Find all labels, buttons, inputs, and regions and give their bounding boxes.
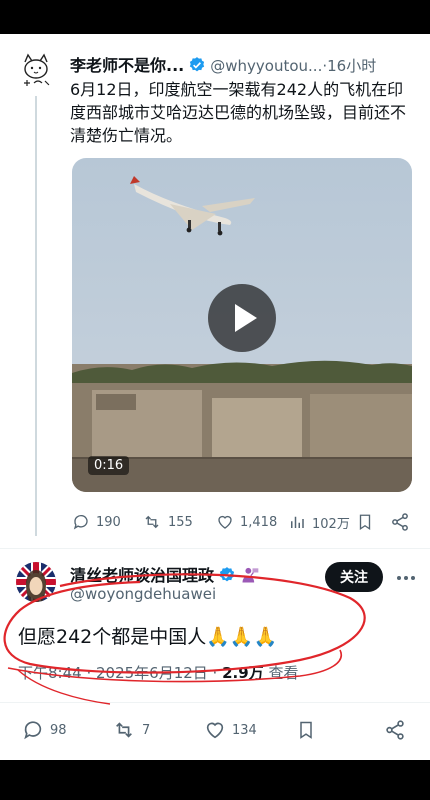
cat-avatar-icon [16,50,56,90]
reply-author-header: 清丝老师谈治国理政 [70,562,260,585]
bookmark-icon [359,514,371,531]
thread-line [35,96,37,536]
share-icon [392,513,408,531]
quoted-tweet-header: 李老师不是你... @whyyoutou...·16小时 [70,52,420,74]
screen: 李老师不是你... @whyyoutou...·16小时 6月12日，印度航空一架… [0,0,430,800]
retweet-icon [145,515,159,529]
person-teaching-icon [240,565,260,589]
share-action[interactable] [390,510,416,534]
like-action[interactable]: 1,418 [216,510,277,534]
bookmark-action[interactable] [296,718,322,742]
reply-author-name[interactable]: 清丝老师谈治国理政 [70,566,214,585]
retweet-action[interactable]: 7 [112,718,150,742]
play-button[interactable] [208,284,276,352]
retweet-count: 155 [168,514,193,530]
reply-count: 190 [96,514,121,530]
retweet-count: 7 [142,722,151,738]
reply-timestamp[interactable]: 下午8:44 · 2025年6月12日 · [18,664,222,682]
quoted-handle[interactable]: @whyyoutou... [210,57,322,74]
divider [0,702,430,703]
more-dots-icon [397,576,415,580]
quoted-action-bar: 190 155 1,418 102万 [70,510,420,534]
heart-icon [206,722,224,739]
divider [0,548,430,549]
reply-tweet-text: 但愿242个都是中国人🙏🙏🙏 [18,626,278,648]
reply-icon [24,721,42,740]
reply-action[interactable]: 190 [72,510,121,534]
more-options-button[interactable] [394,568,418,588]
heart-icon [218,515,232,529]
reply-icon [73,514,88,530]
video-duration: 0:16 [88,456,130,475]
reply-action-bar: 98 7 134 [0,718,430,742]
reply-handle[interactable]: @woyongdehuawei [70,585,216,603]
bookmark-action[interactable] [356,510,380,534]
quoted-tweet-text: 6月12日，印度航空一架载有242人的飞机在印度西部城市艾哈迈达巴德的机场坠毁，… [70,80,407,145]
retweet-action[interactable]: 155 [142,510,193,534]
verified-badge-icon [188,56,206,74]
play-icon [235,304,257,332]
union-flag-avatar-icon [16,562,56,602]
reply-meta: 下午8:44 · 2025年6月12日 · 2.9万 查看 [18,662,298,683]
like-action[interactable]: 134 [204,718,257,742]
like-count: 134 [232,722,257,738]
like-count: 1,418 [240,514,278,530]
author-avatar[interactable] [16,50,56,90]
reply-author-avatar[interactable] [16,562,56,602]
follow-button[interactable]: 关注 [325,562,383,592]
quoted-author-name[interactable]: 李老师不是你... [70,56,184,74]
retweet-icon [116,722,132,738]
video-player[interactable]: 0:16 [72,158,412,492]
reply-action[interactable]: 98 [22,718,67,742]
bookmark-icon [300,721,312,739]
views-action[interactable]: 102万 [288,510,350,534]
share-icon [386,720,404,740]
views-count: 102万 [312,516,350,532]
reply-count: 98 [50,722,67,738]
verified-badge-icon [218,566,236,588]
views-bar-icon [291,516,304,528]
share-action[interactable] [384,718,412,742]
quoted-time[interactable]: 16小时 [327,57,376,74]
tweet-card: 李老师不是你... @whyyoutou...·16小时 6月12日，印度航空一架… [0,34,430,760]
reply-views-count: 2.9万 [222,664,264,682]
reply-views-label: 查看 [263,664,299,682]
